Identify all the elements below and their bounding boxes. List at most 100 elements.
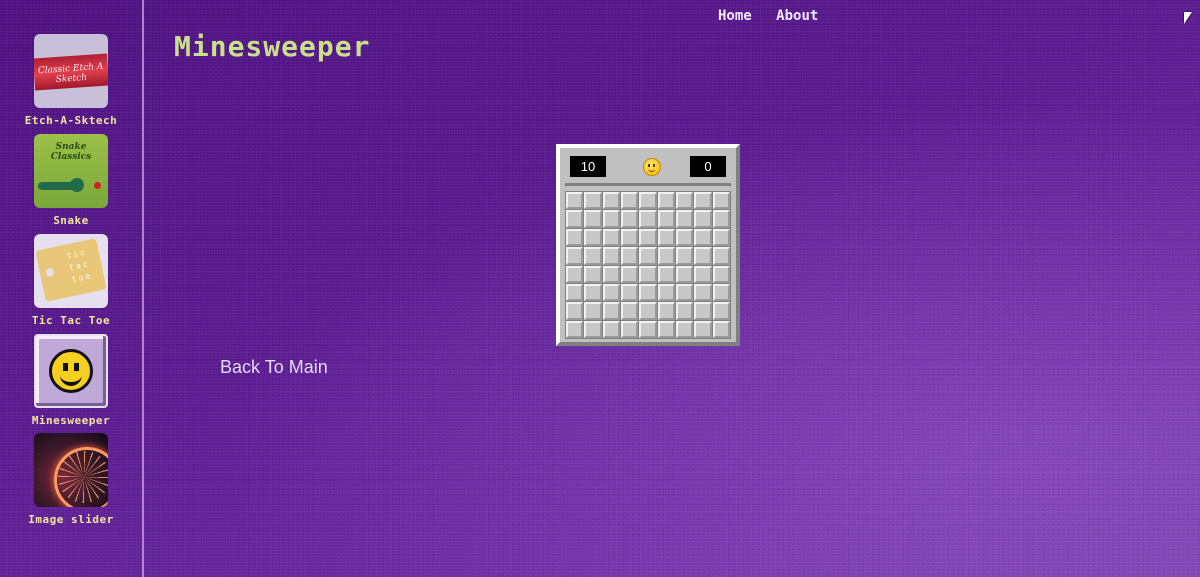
minesweeper-thumbnail[interactable] [34,334,108,408]
thumbnail-text: tic tac toe [65,247,93,284]
mine-cell[interactable] [657,320,675,338]
mine-cell[interactable] [602,228,620,247]
image-slider-thumbnail[interactable] [34,433,108,507]
sidebar-item-label[interactable]: Tic Tac Toe [0,314,142,327]
page-title: Minesweeper [174,30,371,63]
mine-cell[interactable] [712,247,730,265]
mine-cell[interactable] [566,320,584,338]
timer-counter: 0 [690,156,726,177]
mine-cell[interactable] [621,192,639,210]
mine-cell[interactable] [584,283,602,302]
mine-cell[interactable] [657,228,675,247]
mine-cell[interactable] [621,320,639,338]
board-header: 10 0 [565,153,731,186]
mine-cell[interactable] [621,302,639,320]
mine-cell[interactable] [657,302,675,320]
mine-cell[interactable] [584,192,602,210]
mine-cell[interactable] [566,247,584,265]
tic-tac-toe-thumbnail[interactable]: tic tac toe [34,234,108,308]
sidebar-item-label[interactable]: Image slider [0,513,142,526]
mine-cell[interactable] [602,320,620,338]
mine-cell[interactable] [639,283,657,302]
thumbnail-text: Snake Classics [50,142,92,162]
mine-cell[interactable] [657,283,675,302]
mine-cell[interactable] [566,192,584,210]
mine-cell[interactable] [712,283,730,302]
mine-cell[interactable] [676,302,694,320]
tag-hole [45,267,55,278]
apple-icon [94,182,101,189]
mine-cell[interactable] [694,228,712,247]
tag-icon: tic tac toe [35,238,107,302]
smiley-mouth [60,370,82,386]
mine-cell[interactable] [694,302,712,320]
mine-cell[interactable] [676,192,694,210]
mine-cell[interactable] [584,320,602,338]
mine-cell[interactable] [676,247,694,265]
mine-cell[interactable] [602,283,620,302]
mine-cell[interactable] [639,302,657,320]
mine-cell[interactable] [712,320,730,338]
mine-cell[interactable] [657,247,675,265]
mine-cell[interactable] [566,302,584,320]
mine-cell[interactable] [694,192,712,210]
mine-cell[interactable] [566,265,584,283]
mine-cell[interactable] [676,228,694,247]
mine-cell[interactable] [694,265,712,283]
mine-cell[interactable] [602,265,620,283]
mine-cell[interactable] [584,210,602,228]
nav-home-link[interactable]: Home [718,8,752,24]
mine-cell[interactable] [712,228,730,247]
mine-cell[interactable] [639,192,657,210]
mine-cell[interactable] [566,228,584,247]
mine-cell[interactable] [639,247,657,265]
mine-cell[interactable] [676,320,694,338]
smiley-mouth [648,167,655,172]
back-to-main-link[interactable]: Back To Main [220,357,328,378]
mine-cell[interactable] [621,228,639,247]
sidebar: Classic Etch A Sketch Etch-A-Sktech Snak… [0,0,144,577]
mine-cell[interactable] [712,192,730,210]
mine-cell[interactable] [584,247,602,265]
nav-about-link[interactable]: About [776,8,818,24]
mine-cell[interactable] [694,283,712,302]
mine-cell[interactable] [602,302,620,320]
mine-grid [565,191,731,339]
sidebar-item-label[interactable]: Etch-A-Sktech [0,114,142,127]
mine-cell[interactable] [566,210,584,228]
snake-head-icon [70,178,84,192]
mine-cell[interactable] [639,265,657,283]
mine-cell[interactable] [657,265,675,283]
mine-cell[interactable] [676,210,694,228]
sidebar-item-label[interactable]: Snake [0,214,142,227]
mine-cell[interactable] [657,210,675,228]
reset-button[interactable] [640,155,664,179]
mine-cell[interactable] [584,302,602,320]
snake-thumbnail[interactable]: Snake Classics [34,134,108,208]
mine-cell[interactable] [676,265,694,283]
mine-cell[interactable] [676,283,694,302]
mine-cell[interactable] [566,283,584,302]
mine-cell[interactable] [694,320,712,338]
mine-cell[interactable] [639,228,657,247]
mine-cell[interactable] [694,210,712,228]
mine-cell[interactable] [712,210,730,228]
smiley-icon [49,349,93,393]
mine-cell[interactable] [621,265,639,283]
mine-cell[interactable] [621,247,639,265]
mine-cell[interactable] [657,192,675,210]
etch-a-sketch-thumbnail[interactable]: Classic Etch A Sketch [34,34,108,108]
mine-cell[interactable] [584,265,602,283]
mine-cell[interactable] [694,247,712,265]
mine-cell[interactable] [639,320,657,338]
mine-cell[interactable] [602,210,620,228]
mine-cell[interactable] [584,228,602,247]
mine-cell[interactable] [712,302,730,320]
mine-cell[interactable] [639,210,657,228]
mine-cell[interactable] [712,265,730,283]
mine-cell[interactable] [621,210,639,228]
mine-cell[interactable] [602,192,620,210]
mine-cell[interactable] [621,283,639,302]
sidebar-item-label[interactable]: Minesweeper [0,414,142,427]
mine-cell[interactable] [602,247,620,265]
